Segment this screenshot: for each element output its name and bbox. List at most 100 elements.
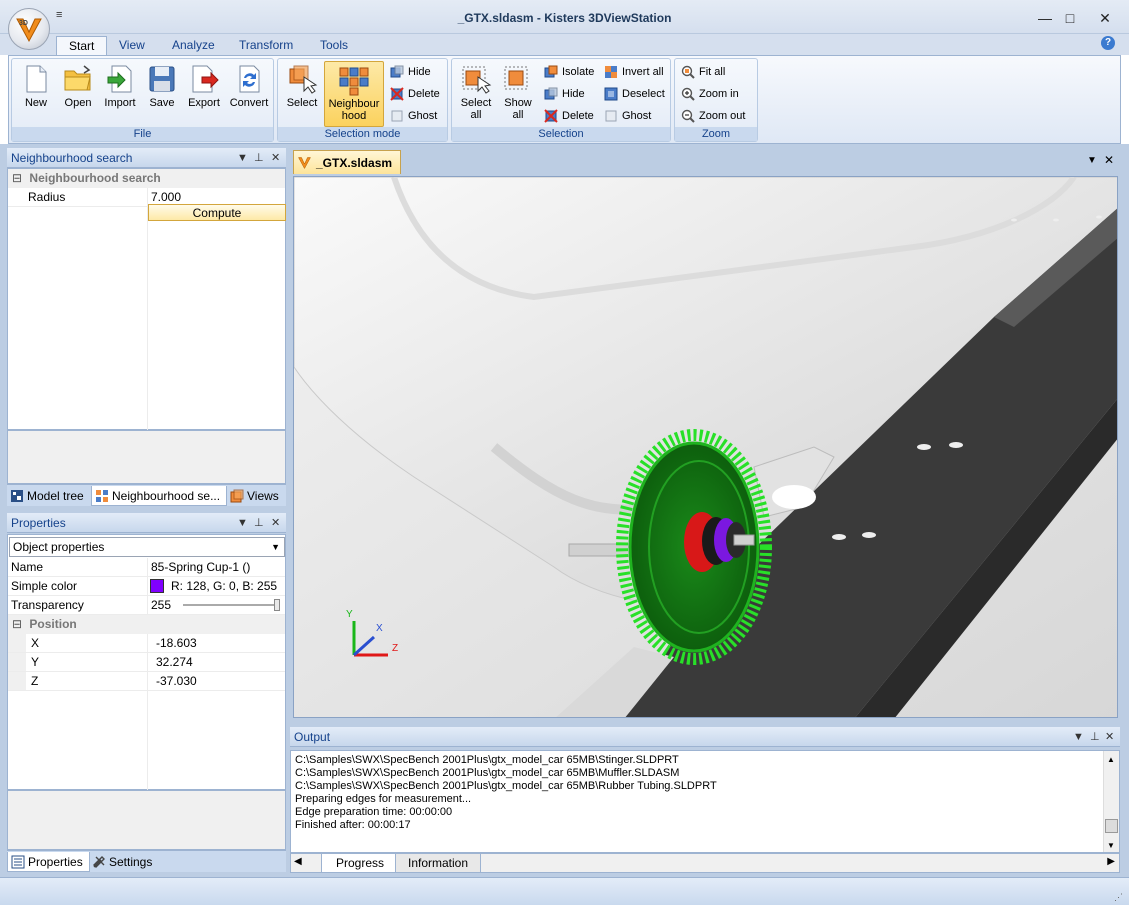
- output-line: Finished after: 00:00:17: [295, 819, 411, 831]
- transparency-slider-track[interactable]: [183, 604, 279, 606]
- compute-button[interactable]: Compute: [148, 204, 286, 221]
- ghost-cube-icon: [391, 110, 403, 122]
- deselect-button[interactable]: Deselect: [602, 84, 665, 104]
- panel-menu-icon[interactable]: ▼: [237, 148, 248, 168]
- tab-tools[interactable]: Tools: [308, 36, 360, 55]
- z-label: Z: [31, 674, 39, 688]
- save-button[interactable]: Save: [142, 61, 182, 109]
- indent-gutter: [8, 653, 26, 671]
- neighbourhood-category-row[interactable]: ⊟ Neighbourhood search: [8, 169, 285, 188]
- properties-menu-icon[interactable]: ▼: [237, 513, 248, 533]
- axis-z-label: Z: [392, 643, 398, 654]
- ghost-mode-button[interactable]: Ghost: [388, 106, 437, 126]
- document-tab[interactable]: _GTX.sldasm: [293, 150, 402, 174]
- x-value: -18.603: [156, 636, 197, 650]
- application-menu-button[interactable]: 3D: [8, 8, 50, 50]
- 3d-scene[interactable]: Y Z X: [294, 177, 1118, 718]
- output-close-icon[interactable]: ✕: [1105, 727, 1114, 747]
- tab-views[interactable]: Views: [227, 486, 285, 506]
- ghost-selection-button[interactable]: Ghost: [602, 106, 651, 126]
- axis-y-label: Y: [346, 609, 353, 620]
- save-label: Save: [149, 97, 175, 109]
- tab-view[interactable]: View: [107, 36, 157, 55]
- document-tab-label: _GTX.sldasm: [316, 156, 393, 170]
- simple-color-value: R: 128, G: 0, B: 255: [171, 579, 278, 593]
- tab-scroll-left-icon[interactable]: ◀: [294, 856, 302, 867]
- hide-cube-icon: [390, 65, 404, 78]
- neighbourhood-mode-button[interactable]: Neighbour hood: [324, 61, 384, 127]
- neighbourhood-cubes-icon: [339, 67, 369, 96]
- tab-scroll-right-icon[interactable]: ▶: [1107, 856, 1115, 867]
- left-top-tab-strip: Model tree Neighbourhood se... Views: [7, 484, 286, 506]
- tab-settings[interactable]: Settings: [89, 852, 158, 872]
- deselect-label: Deselect: [622, 88, 665, 100]
- document-menu-icon[interactable]: ▼: [1087, 155, 1097, 166]
- z-value: -37.030: [156, 674, 197, 688]
- object-properties-dropdown[interactable]: Object properties ▼: [9, 537, 285, 557]
- import-button[interactable]: Import: [100, 61, 140, 109]
- color-swatch[interactable]: [150, 579, 164, 593]
- invert-all-button[interactable]: Invert all: [602, 62, 664, 82]
- select-all-button[interactable]: Select all: [456, 61, 496, 121]
- new-button[interactable]: New: [16, 61, 56, 109]
- tab-analyze[interactable]: Analyze: [160, 36, 227, 55]
- scroll-up-icon[interactable]: ▲: [1107, 753, 1115, 766]
- document-close-icon[interactable]: ✕: [1104, 153, 1114, 167]
- output-scrollbar[interactable]: ▲ ▼: [1103, 751, 1119, 852]
- hide-mode-button[interactable]: Hide: [388, 62, 431, 82]
- isolate-icon: [544, 65, 558, 78]
- ghost-selection-icon: [605, 110, 617, 122]
- collapse-icon[interactable]: ⊟: [12, 171, 22, 185]
- properties-close-icon[interactable]: ✕: [271, 513, 280, 533]
- output-menu-icon[interactable]: ▼: [1073, 727, 1084, 747]
- hide-selection-icon: [544, 87, 558, 100]
- invert-all-icon: [605, 66, 617, 78]
- show-all-button[interactable]: Show all: [498, 61, 538, 121]
- position-collapse-icon[interactable]: ⊟: [12, 617, 22, 631]
- tab-model-tree[interactable]: Model tree: [7, 486, 90, 506]
- tab-properties[interactable]: Properties: [7, 852, 90, 872]
- dropdown-chevron-icon: ▼: [271, 542, 280, 552]
- properties-icon: [11, 855, 25, 869]
- pin-icon[interactable]: ⊥: [254, 148, 264, 168]
- scroll-down-icon[interactable]: ▼: [1107, 839, 1115, 852]
- maximize-button[interactable]: □: [1055, 8, 1085, 28]
- position-category-row[interactable]: ⊟ Position: [8, 615, 285, 634]
- fit-all-button[interactable]: Fit all: [679, 62, 725, 82]
- select-all-icon: [462, 66, 492, 94]
- output-pin-icon[interactable]: ⊥: [1090, 727, 1100, 747]
- open-folder-icon: [64, 65, 91, 91]
- indent-gutter: [8, 634, 26, 652]
- invert-all-label: Invert all: [622, 66, 664, 78]
- tab-neighbourhood-search[interactable]: Neighbourhood se...: [91, 486, 228, 506]
- 3d-viewport[interactable]: Y Z X: [293, 176, 1118, 718]
- tab-progress[interactable]: Progress: [321, 854, 400, 873]
- export-button[interactable]: Export: [184, 61, 224, 109]
- hide-selection-button[interactable]: Hide: [542, 84, 585, 104]
- select-mode-button[interactable]: Select: [282, 61, 322, 109]
- panel-close-icon[interactable]: ✕: [271, 148, 280, 168]
- resize-grip-icon[interactable]: ⋰: [1114, 892, 1123, 903]
- show-all-icon: [504, 66, 528, 90]
- simple-color-label: Simple color: [11, 579, 78, 593]
- convert-button[interactable]: Convert: [226, 61, 272, 109]
- delete-selection-button[interactable]: Delete: [542, 106, 594, 126]
- isolate-button[interactable]: Isolate: [542, 62, 594, 82]
- tab-information[interactable]: Information: [395, 854, 482, 873]
- help-icon[interactable]: ?: [1101, 36, 1115, 50]
- transparency-label: Transparency: [11, 598, 84, 612]
- output-line: Preparing edges for measurement...: [295, 793, 472, 805]
- properties-pin-icon[interactable]: ⊥: [254, 513, 264, 533]
- scrollbar-thumb[interactable]: [1105, 819, 1118, 833]
- open-button[interactable]: Open: [58, 61, 98, 109]
- tab-transform[interactable]: Transform: [227, 36, 305, 55]
- show-all-line2: all: [512, 109, 524, 121]
- position-label: Position: [29, 617, 77, 631]
- isolate-label: Isolate: [562, 66, 595, 78]
- delete-mode-button[interactable]: Delete: [388, 84, 440, 104]
- close-button[interactable]: ✕: [1090, 8, 1120, 28]
- tab-start[interactable]: Start: [56, 36, 108, 55]
- transparency-slider-handle[interactable]: [274, 599, 280, 611]
- zoom-out-button[interactable]: Zoom out: [679, 106, 745, 126]
- zoom-in-button[interactable]: Zoom in: [679, 84, 739, 104]
